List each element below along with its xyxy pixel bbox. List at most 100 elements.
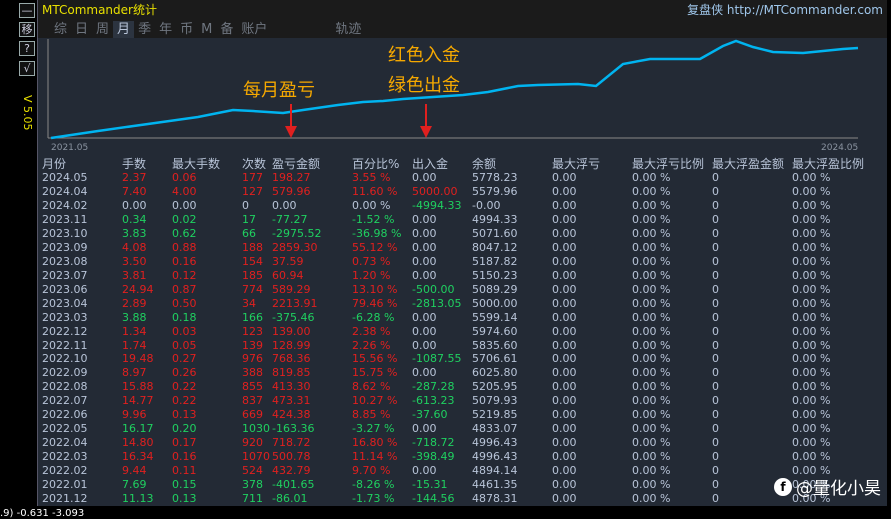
tab-2[interactable]: 周 [92, 21, 113, 38]
stats-panel: MTCommander统计 复盘侠 http://MTCommander.com… [37, 0, 887, 506]
cell: 0.50 [172, 296, 197, 310]
cell: 0.00 % [792, 226, 831, 240]
cell: 0.00 [552, 394, 577, 408]
cell: 0.05 [172, 338, 197, 352]
cell: 0.06 [172, 171, 197, 184]
check-button[interactable]: √ [19, 61, 35, 76]
tab-5[interactable]: 年 [155, 21, 176, 38]
cell: 0.00 [412, 226, 437, 240]
cell: 0.00 % [792, 352, 831, 366]
cell: 0.00 [552, 464, 577, 478]
cell: 0.00 % [632, 282, 671, 296]
cell: 0.00 % [632, 324, 671, 338]
cell: 1.20 % [352, 268, 391, 282]
cell: 0.00 [552, 184, 577, 198]
cell: 669 [242, 408, 263, 422]
cell: 0.00 [412, 254, 437, 268]
cell: -401.65 [272, 478, 315, 492]
cell: 0 [712, 492, 719, 506]
cell: 3.81 [122, 268, 147, 282]
cell: 2022.06 [42, 408, 88, 422]
cell: 0 [712, 352, 719, 366]
cell: 855 [242, 380, 263, 394]
cell: 0.00 % [792, 366, 831, 380]
cell: 0.00 % [792, 436, 831, 450]
brand-link[interactable]: 复盘侠 http://MTCommander.com [687, 1, 883, 18]
cell: 0.00 % [632, 212, 671, 226]
cell: 5706.61 [472, 352, 518, 366]
cell: 4833.07 [472, 422, 518, 436]
cell: 819.85 [272, 366, 311, 380]
cell: 0.11 [172, 464, 197, 478]
cell: 4996.43 [472, 436, 518, 450]
cell: 0 [712, 464, 719, 478]
cell: 0.00 [412, 310, 437, 324]
cell: 0.00 [412, 171, 437, 184]
cell: 0.00 [552, 310, 577, 324]
cell: 0.03 [172, 324, 197, 338]
column-header: 最大浮亏比例 [632, 157, 705, 171]
cell: -375.46 [272, 310, 315, 324]
cell: 5974.60 [472, 324, 518, 338]
cell: 17 [242, 212, 256, 226]
cell: 2024.05 [42, 171, 88, 184]
annotation-monthly: 每月盈亏 [243, 80, 315, 101]
move-button[interactable]: 移 [19, 22, 35, 37]
cell: 0.22 [172, 394, 197, 408]
tab-8[interactable]: 备 [216, 21, 237, 38]
cell: 15.88 [122, 380, 154, 394]
cell: 2022.11 [42, 338, 88, 352]
cell: 0.00 % [632, 352, 671, 366]
cell: 0 [712, 422, 719, 436]
cell: 0 [712, 171, 719, 184]
cell: 0.26 [172, 366, 197, 380]
cell: 837 [242, 394, 263, 408]
minimize-button[interactable]: — [19, 3, 35, 18]
cell: 1030 [242, 422, 270, 436]
cell: 0.00 [412, 268, 437, 282]
tab-7[interactable]: M [197, 21, 216, 38]
cell: 0.34 [122, 212, 147, 226]
cell: 2.38 % [352, 324, 391, 338]
tab-10[interactable]: 轨迹 [331, 21, 365, 38]
cell: 0.00 [552, 268, 577, 282]
tab-1[interactable]: 日 [71, 21, 92, 38]
cell: 0.00 % [792, 408, 831, 422]
cell: 0.00 % [792, 282, 831, 296]
cell: 0.18 [172, 310, 197, 324]
cell: 0.00 [552, 296, 577, 310]
cell: 7.69 [122, 478, 147, 492]
cell: 0.17 [172, 436, 197, 450]
cell: 2022.01 [42, 478, 88, 492]
cell: 5000.00 [412, 184, 458, 198]
cell: 0.00 % [792, 394, 831, 408]
cell: 0.00 % [632, 464, 671, 478]
cell: 5150.23 [472, 268, 518, 282]
tab-9[interactable]: 账户 [237, 21, 271, 38]
cell: 2023.08 [42, 254, 88, 268]
tab-6[interactable]: 币 [176, 21, 197, 38]
cell: 473.31 [272, 394, 311, 408]
cell: 0.00 [552, 171, 577, 184]
cell: 2022.10 [42, 352, 88, 366]
cell: 0.00 % [632, 296, 671, 310]
cell: 0.00 % [632, 184, 671, 198]
cell: 2.89 [122, 296, 147, 310]
tab-0[interactable]: 综 [50, 21, 71, 38]
tab-3[interactable]: 月 [113, 21, 135, 38]
help-button[interactable]: ? [19, 41, 35, 56]
cell: 0 [712, 268, 719, 282]
cell: 0 [712, 408, 719, 422]
cell: 0.00 % [632, 408, 671, 422]
cell: 0.00 % [792, 171, 831, 184]
cell: 0.00 % [632, 492, 671, 506]
app-title: MTCommander统计 [42, 3, 157, 17]
cell: 0 [712, 380, 719, 394]
cell: 9.70 % [352, 464, 391, 478]
cell: 4.08 [122, 240, 147, 254]
cell: -613.23 [412, 394, 455, 408]
cell: 0.00 [552, 338, 577, 352]
cell: 0.00 [552, 282, 577, 296]
tab-4[interactable]: 季 [134, 21, 155, 38]
balance-chart: 2021.05 2024.05 每月盈亏 红色入金 绿色出金 [38, 38, 888, 154]
